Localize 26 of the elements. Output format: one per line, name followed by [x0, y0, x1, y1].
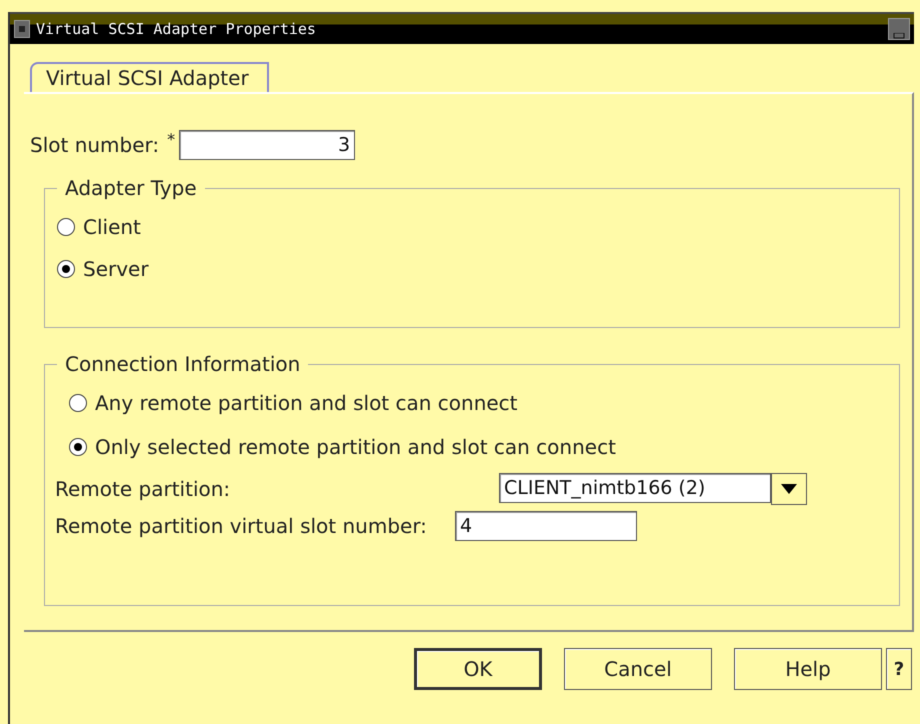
field-label: Remote partition:	[55, 477, 230, 501]
minimize-button[interactable]	[888, 18, 910, 40]
field-label: Remote partition virtual slot number:	[55, 514, 427, 538]
radio-button[interactable]	[57, 218, 75, 236]
required-mark: *	[167, 130, 176, 149]
dialog-button[interactable]: Cancel	[564, 648, 712, 690]
minimize-icon	[893, 33, 905, 39]
radio-label: Any remote partition and slot can connect	[95, 391, 518, 415]
caret-icon	[781, 484, 797, 494]
radio-label: Server	[83, 257, 149, 281]
radio-button[interactable]	[69, 394, 87, 412]
field-label: Slot number:	[30, 133, 160, 157]
slot-number-field[interactable]: 3	[179, 130, 356, 160]
radio-button[interactable]	[57, 260, 75, 278]
context-help-button[interactable]: ?	[886, 648, 912, 690]
window-menu-icon[interactable]	[14, 20, 30, 38]
radio-label: Client	[83, 215, 141, 239]
remote-partition-dropdown[interactable]: CLIENT_nimtb166 (2)	[499, 473, 771, 503]
radio-button[interactable]	[69, 438, 87, 456]
window-title: Virtual SCSI Adapter Properties	[36, 20, 317, 38]
dialog-button[interactable]: Help	[734, 648, 882, 690]
tab[interactable]: Virtual SCSI Adapter	[30, 62, 269, 92]
remote-slot-field[interactable]: 4	[454, 511, 637, 541]
dialog-button[interactable]: OK	[414, 648, 542, 690]
dropdown-button[interactable]	[771, 473, 807, 505]
radio-label: Only selected remote partition and slot can connect	[95, 435, 616, 459]
